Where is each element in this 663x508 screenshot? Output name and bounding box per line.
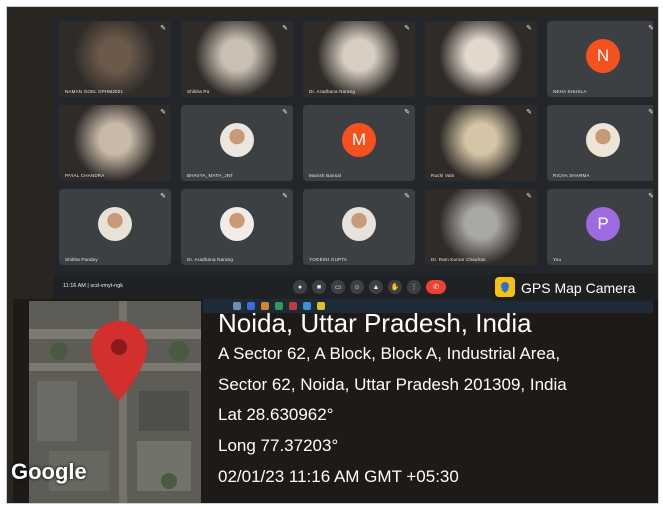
participant-photo xyxy=(342,207,376,241)
participant-tile[interactable]: ✎ Shikha Pa xyxy=(181,21,293,97)
longitude: Long 77.37203° xyxy=(218,436,339,455)
mic-muted-icon: ✎ xyxy=(404,193,410,200)
participant-tile[interactable]: ✎ Dr. Aradhana Narang xyxy=(303,21,415,97)
participant-photo xyxy=(586,123,620,157)
participant-name: Manish Bansal xyxy=(309,173,342,178)
participant-tile[interactable]: ✎ PAYAL CHANDRA xyxy=(59,105,171,181)
participant-name: Dr. Aradhana Narang xyxy=(187,257,234,262)
participant-tile[interactable]: ✎ Dr. Ram Kumar Chauhan xyxy=(425,189,537,265)
participant-name: NEHA SHUKLA xyxy=(553,89,587,94)
mic-muted-icon: ✎ xyxy=(404,109,410,116)
mic-muted-icon: ✎ xyxy=(526,193,532,200)
participant-tile[interactable]: ✎ Dr. Aradhana Narang xyxy=(181,189,293,265)
participant-name: Ruchi Vats xyxy=(431,173,455,178)
mic-icon[interactable]: ● xyxy=(293,280,307,294)
participant-avatar: M xyxy=(342,123,376,157)
participant-name: Shikha Pandey xyxy=(65,257,98,262)
reaction-icon[interactable]: ☺ xyxy=(350,280,364,294)
participant-tile[interactable]: ✎ YOGESH GUPTA xyxy=(303,189,415,265)
mic-muted-icon: ✎ xyxy=(526,109,532,116)
participant-name: YOGESH GUPTA xyxy=(309,257,348,262)
mic-muted-icon: ✎ xyxy=(526,25,532,32)
mic-muted-icon: ✎ xyxy=(160,25,166,32)
participant-photo xyxy=(220,207,254,241)
participant-tile[interactable]: M ✎ Manish Bansal xyxy=(303,105,415,181)
hand-icon[interactable]: ✋ xyxy=(388,280,402,294)
mic-muted-icon: ✎ xyxy=(160,109,166,116)
participant-name: RICHA SHARMA xyxy=(553,173,590,178)
participant-video xyxy=(59,21,171,97)
participant-video xyxy=(425,21,537,97)
monitor-screen: ✎ NAMAN GOEL DPHM2021 ✎ Shikha Pa ✎ Dr. Aradh… xyxy=(53,17,653,299)
participant-tile[interactable]: ✎ Ruchi Vats xyxy=(425,105,537,181)
mic-muted-icon: ✎ xyxy=(648,192,653,200)
captions-icon[interactable]: ▭ xyxy=(331,280,345,294)
gps-app-label: GPS Map Camera xyxy=(521,280,636,296)
participant-tile[interactable]: ✎ RICHA SHARMA xyxy=(547,105,653,181)
participant-photo xyxy=(220,123,254,157)
google-watermark: Google xyxy=(11,459,87,484)
date-time: 02/01/23 11:16 AM GMT +05:30 xyxy=(218,467,459,486)
address-line-1: A Sector 62, A Block, Block A, Industria… xyxy=(218,344,561,363)
participant-video xyxy=(303,21,415,97)
participant-tile[interactable]: ✎ BHAVYA_MATH_JNT xyxy=(181,105,293,181)
gps-map-camera-badge: GPS Map Camera xyxy=(491,273,657,301)
participant-tile[interactable]: ✎ Shikha Pandey xyxy=(59,189,171,265)
participant-name: Dr. Ram Kumar Chauhan xyxy=(431,257,486,262)
participant-avatar: P xyxy=(586,207,620,241)
participant-tile[interactable]: ✎ NAMAN GOEL DPHM2021 xyxy=(59,21,171,97)
participant-video xyxy=(59,105,171,181)
location-place: Noida, Uttar Pradesh, India xyxy=(218,308,532,338)
participant-photo xyxy=(98,207,132,241)
mic-muted-icon: ✎ xyxy=(160,193,166,200)
mic-muted-icon: ✎ xyxy=(282,25,288,32)
more-options-icon[interactable]: ⋮ xyxy=(407,280,421,294)
participant-video xyxy=(425,189,537,265)
address-line-2: Sector 62, Noida, Uttar Pradesh 201309, … xyxy=(218,375,567,394)
meeting-time-code: 11:16 AM | scd-vmyt-ngk xyxy=(63,283,124,289)
gps-map-camera-logo-icon xyxy=(495,277,515,297)
leave-call-icon[interactable]: ✆ xyxy=(426,280,446,294)
participant-name: You xyxy=(553,257,562,262)
participant-name: NAMAN GOEL DPHM2021 xyxy=(65,89,124,94)
participant-video xyxy=(181,21,293,97)
participant-tile[interactable]: P ✎ You xyxy=(547,189,653,265)
mic-muted-icon: ✎ xyxy=(282,109,288,116)
photo-frame: ✎ NAMAN GOEL DPHM2021 ✎ Shikha Pa ✎ Dr. Aradh… xyxy=(6,6,659,504)
mic-muted-icon: ✎ xyxy=(648,108,653,116)
participant-tile[interactable]: N ✎ NEHA SHUKLA xyxy=(547,21,653,97)
participant-tile[interactable]: ✎ xyxy=(425,21,537,97)
participant-video xyxy=(425,105,537,181)
participant-name: PAYAL CHANDRA xyxy=(65,173,105,178)
present-icon[interactable]: ▲ xyxy=(369,280,383,294)
camera-icon[interactable]: ■ xyxy=(312,280,326,294)
participant-name: BHAVYA_MATH_JNT xyxy=(187,173,234,178)
meeting-controls: ● ■ ▭ ☺ ▲ ✋ ⋮ ✆ xyxy=(293,280,446,294)
mic-muted-icon: ✎ xyxy=(404,25,410,32)
latitude: Lat 28.630962° xyxy=(218,405,334,424)
participant-avatar: N xyxy=(586,39,620,73)
mic-muted-icon: ✎ xyxy=(648,24,653,32)
mic-muted-icon: ✎ xyxy=(282,193,288,200)
participant-name: Shikha Pa xyxy=(187,89,210,94)
participant-name: Dr. Aradhana Narang xyxy=(309,89,356,94)
